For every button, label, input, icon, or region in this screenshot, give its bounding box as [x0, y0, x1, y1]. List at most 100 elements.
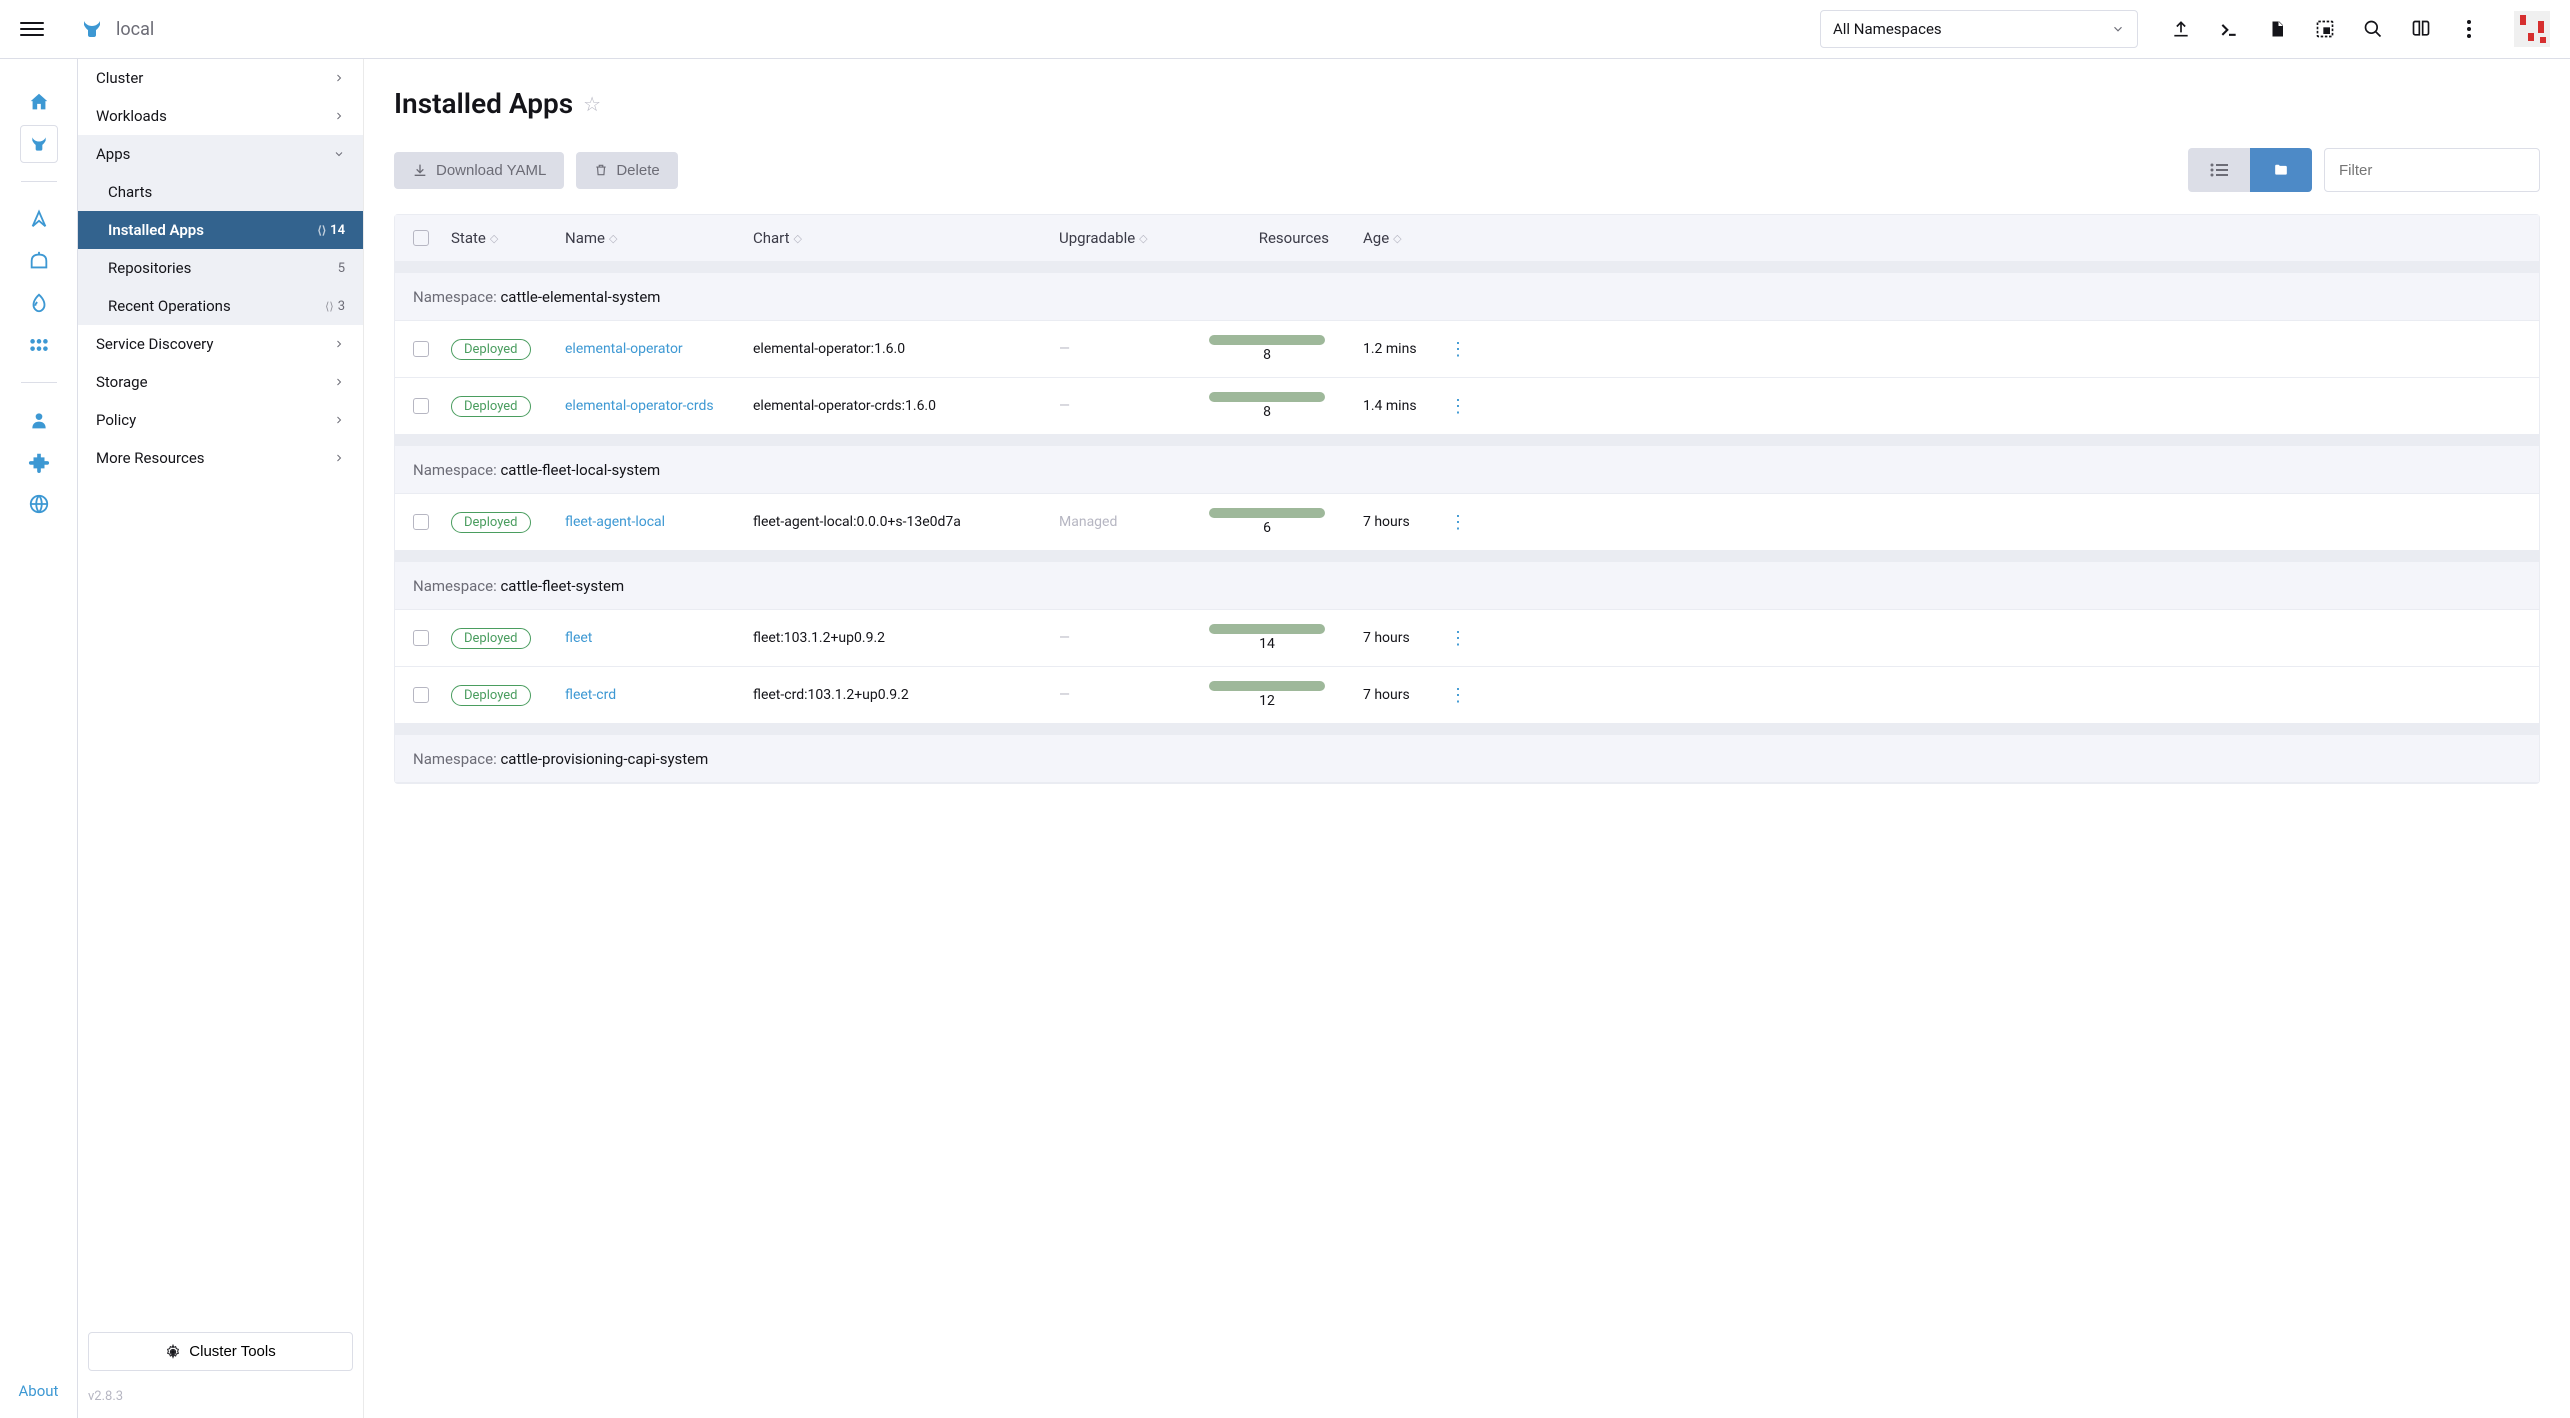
chevron-down-icon: [333, 148, 345, 160]
col-state[interactable]: State◇: [451, 229, 565, 247]
upgradable-value: —: [1059, 630, 1070, 646]
rail-continuous-delivery[interactable]: [20, 200, 58, 238]
cluster-name[interactable]: local: [116, 19, 154, 40]
rail-global-settings[interactable]: [20, 485, 58, 523]
resource-count: 8: [1263, 347, 1271, 363]
kebab-menu-icon[interactable]: [2458, 18, 2480, 40]
age-value: 7 hours: [1363, 687, 1410, 703]
filter-input[interactable]: [2324, 148, 2540, 192]
resource-count: 12: [1259, 693, 1275, 709]
age-value: 7 hours: [1363, 630, 1410, 646]
download-yaml-button[interactable]: Download YAML: [394, 152, 564, 189]
download-icon: [412, 162, 428, 178]
resource-bar: [1209, 624, 1325, 634]
row-checkbox[interactable]: [413, 398, 429, 414]
file-icon[interactable]: [2266, 18, 2288, 40]
namespace-group-header: Namespace: cattle-provisioning-capi-syst…: [395, 724, 2539, 783]
chevron-right-icon: [333, 72, 345, 84]
app-name-link[interactable]: elemental-operator: [565, 341, 683, 357]
version-label: v2.8.3: [78, 1385, 363, 1418]
state-badge: Deployed: [451, 628, 531, 649]
namespace-group-header: Namespace: cattle-elemental-system: [395, 262, 2539, 321]
about-link[interactable]: About: [19, 1382, 59, 1400]
row-actions-kebab[interactable]: ⋮: [1449, 628, 1467, 649]
row-checkbox[interactable]: [413, 514, 429, 530]
favorite-star-icon[interactable]: ☆: [583, 92, 601, 116]
table-row: Deployedfleet-agent-localfleet-agent-loc…: [395, 494, 2539, 551]
apps-table: State◇ Name◇ Chart◇ Upgradable◇ Resource…: [394, 214, 2540, 784]
row-actions-kebab[interactable]: ⋮: [1449, 512, 1467, 533]
row-actions-kebab[interactable]: ⋮: [1449, 339, 1467, 360]
delete-button[interactable]: Delete: [576, 152, 677, 189]
row-actions-kebab[interactable]: ⋮: [1449, 396, 1467, 417]
row-checkbox[interactable]: [413, 341, 429, 357]
chart-value: elemental-operator:1.6.0: [753, 341, 905, 357]
search-icon[interactable]: [2362, 18, 2384, 40]
page-title: Installed Apps: [394, 87, 573, 120]
sidebar-item-service-discovery[interactable]: Service Discovery: [78, 325, 363, 363]
sidebar-item-storage[interactable]: Storage: [78, 363, 363, 401]
app-name-link[interactable]: fleet: [565, 630, 592, 646]
list-view-button[interactable]: [2188, 148, 2250, 192]
rail-virtualization[interactable]: [20, 284, 58, 322]
namespace-selected: All Namespaces: [1833, 20, 1942, 38]
cluster-tools-button[interactable]: Cluster Tools: [88, 1332, 353, 1371]
hamburger-menu[interactable]: [20, 17, 44, 41]
sidebar-item-repositories[interactable]: Repositories5: [78, 249, 363, 287]
upload-icon[interactable]: [2170, 18, 2192, 40]
left-rail: About: [0, 59, 78, 1418]
row-actions-kebab[interactable]: ⋮: [1449, 685, 1467, 706]
row-checkbox[interactable]: [413, 687, 429, 703]
sidebar-item-policy[interactable]: Policy: [78, 401, 363, 439]
chart-value: elemental-operator-crds:1.6.0: [753, 398, 936, 414]
namespace-select[interactable]: All Namespaces: [1820, 10, 2138, 48]
state-badge: Deployed: [451, 512, 531, 533]
bull-icon: [80, 17, 104, 41]
sidebar-item-recent-operations[interactable]: Recent Operations⟨⟩3: [78, 287, 363, 325]
kubeconfig-icon[interactable]: [2314, 18, 2336, 40]
age-value: 1.2 mins: [1363, 341, 1417, 357]
avatar[interactable]: [2514, 11, 2550, 47]
docs-icon[interactable]: [2410, 18, 2432, 40]
sidebar-item-more-resources[interactable]: More Resources: [78, 439, 363, 477]
chevron-right-icon: [333, 110, 345, 122]
shell-icon[interactable]: [2218, 18, 2240, 40]
upgradable-value: —: [1059, 341, 1070, 357]
app-name-link[interactable]: fleet-agent-local: [565, 514, 665, 530]
cluster-tools-label: Cluster Tools: [189, 1343, 275, 1360]
sidebar-item-cluster[interactable]: Cluster: [78, 59, 363, 97]
rail-cluster-management[interactable]: [20, 242, 58, 280]
col-age[interactable]: Age◇: [1329, 229, 1439, 247]
sidebar-item-workloads[interactable]: Workloads: [78, 97, 363, 135]
col-name[interactable]: Name◇: [565, 229, 753, 247]
rail-users[interactable]: [20, 401, 58, 439]
state-badge: Deployed: [451, 685, 531, 706]
chevron-right-icon: [333, 452, 345, 464]
table-row: Deployed fleet fleet:103.1.2+up0.9.2 — 14 7 h…: [395, 610, 2539, 667]
rail-longhorn[interactable]: [20, 326, 58, 364]
sidebar-item-apps[interactable]: Apps: [78, 135, 363, 173]
row-checkbox[interactable]: [413, 630, 429, 646]
chevron-down-icon: [2111, 22, 2125, 36]
top-header: local All Namespaces: [0, 0, 2570, 59]
state-badge: Deployed: [451, 396, 531, 417]
col-chart[interactable]: Chart◇: [753, 229, 1059, 247]
group-view-button[interactable]: [2250, 148, 2312, 192]
col-upgradable[interactable]: Upgradable◇: [1059, 229, 1205, 247]
sidebar-item-charts[interactable]: Charts: [78, 173, 363, 211]
rail-cluster[interactable]: [20, 125, 58, 163]
resource-bar: [1209, 681, 1325, 691]
sidebar-item-installed-apps[interactable]: Installed Apps⟨⟩14: [78, 211, 363, 249]
resource-count: 14: [1259, 636, 1275, 652]
app-name-link[interactable]: fleet-crd: [565, 687, 616, 703]
upgradable-value: Managed: [1059, 514, 1117, 530]
sidebar: ClusterWorkloadsAppsChartsInstalled Apps…: [78, 59, 364, 1418]
select-all-checkbox[interactable]: [413, 230, 429, 246]
rail-extensions[interactable]: [20, 443, 58, 481]
chart-value: fleet-crd:103.1.2+up0.9.2: [753, 687, 909, 703]
col-resources[interactable]: Resources: [1205, 229, 1329, 247]
app-name-link[interactable]: elemental-operator-crds: [565, 398, 714, 414]
rail-home[interactable]: [20, 83, 58, 121]
resource-count: 6: [1263, 520, 1271, 536]
chart-value: fleet:103.1.2+up0.9.2: [753, 630, 885, 646]
